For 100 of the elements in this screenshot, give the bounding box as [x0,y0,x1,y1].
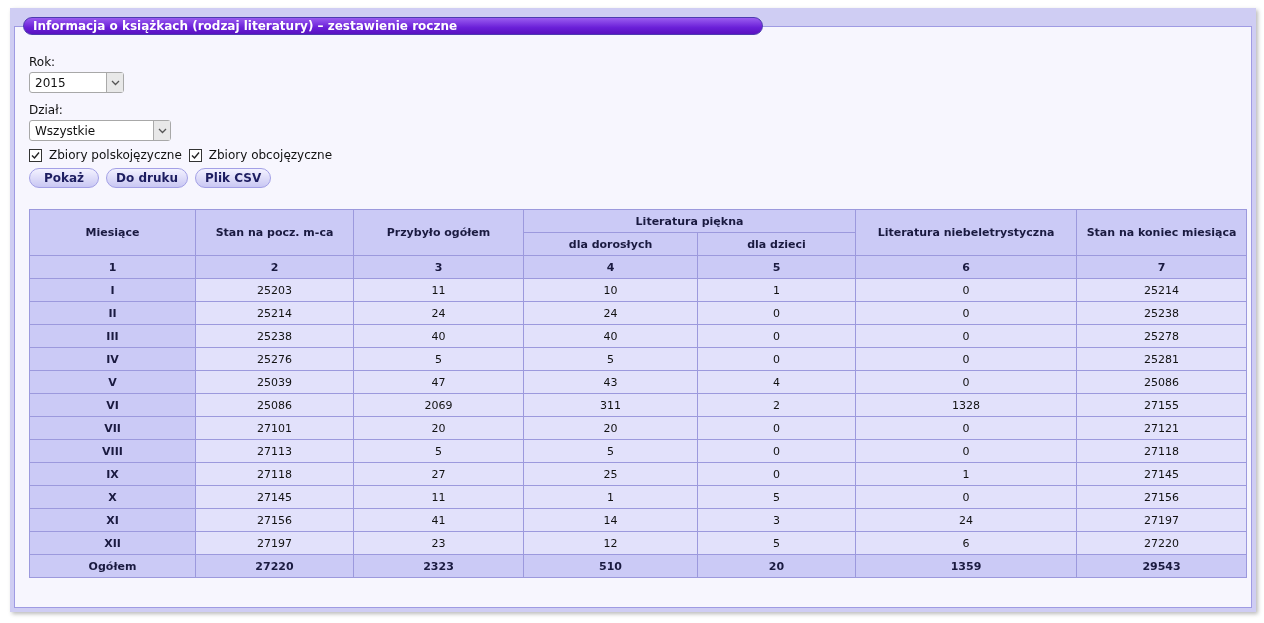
column-header: Miesiące [29,209,196,256]
table-cell: 25086 [195,393,354,417]
table-cell: 5 [523,347,698,371]
field-label: Rok: [29,54,57,70]
table-cell: 24 [855,508,1077,532]
table-cell: 0 [697,439,856,463]
column-number: 2 [195,255,354,279]
table-cell: 0 [697,301,856,325]
table-cell: 11 [353,485,524,509]
month-cell: IV [29,347,196,371]
field-label: Dział: [29,102,64,118]
table-cell: 25203 [195,278,354,302]
month-cell: II [29,301,196,325]
total-cell: 510 [523,554,698,578]
table-cell: 27118 [1076,439,1247,463]
year-select[interactable]: 2015 [29,72,124,93]
table-cell: 5 [697,531,856,555]
table-cell: 27156 [1076,485,1247,509]
month-cell: VIII [29,439,196,463]
table-cell: 0 [855,324,1077,348]
column-header: dla dorosłych [523,232,698,256]
table-cell: 27197 [1076,508,1247,532]
month-cell: XI [29,508,196,532]
table-cell: 43 [523,370,698,394]
action-button[interactable]: Plik CSV [195,168,272,188]
checkbox[interactable] [188,148,202,162]
table-cell: 27145 [195,485,354,509]
table-cell: 25238 [195,324,354,348]
table-cell: 27101 [195,416,354,440]
column-header: dla dzieci [697,232,856,256]
action-button[interactable]: Do druku [106,168,189,188]
checkbox-label: Zbiory obcojęzyczne [208,148,333,162]
column-header: Literatura niebeletrystyczna [855,209,1077,256]
table-cell: 25214 [195,301,354,325]
month-cell: III [29,324,196,348]
column-number: 6 [855,255,1077,279]
table-cell: 0 [697,347,856,371]
checkbox[interactable] [29,148,42,162]
table-cell: 0 [855,439,1077,463]
column-number: 3 [353,255,524,279]
table-cell: 1 [523,485,698,509]
table-cell: 25238 [1076,301,1247,325]
table-cell: 25039 [195,370,354,394]
checkbox-label: Zbiory polskojęzyczne [49,148,182,162]
table-cell: 311 [523,393,698,417]
table-cell: 11 [353,278,524,302]
table-cell: 0 [855,347,1077,371]
table-cell: 40 [353,324,524,348]
column-number: 4 [523,255,698,279]
table-cell: 40 [523,324,698,348]
total-cell: 1359 [855,554,1077,578]
table-cell: 3 [697,508,856,532]
table-cell: 27156 [195,508,354,532]
action-button[interactable]: Pokaż [29,168,100,188]
month-cell: I [29,278,196,302]
column-number: 5 [697,255,856,279]
table-cell: 20 [353,416,524,440]
table-cell: 0 [855,301,1077,325]
table-cell: 20 [523,416,698,440]
table-cell: 24 [523,301,698,325]
table-cell: 6 [855,531,1077,555]
table-cell: 1 [697,278,856,302]
table-cell: 25276 [195,347,354,371]
table-cell: 5 [353,347,524,371]
table-cell: 12 [523,531,698,555]
table-cell: 0 [855,416,1077,440]
table-cell: 25278 [1076,324,1247,348]
table-cell: 10 [523,278,698,302]
table-cell: 4 [697,370,856,394]
table-cell: 1328 [855,393,1077,417]
table-cell: 27145 [1076,462,1247,486]
month-cell: IX [29,462,196,486]
total-cell: 20 [697,554,856,578]
column-header: Literatura piękna [523,209,856,233]
table-cell: 24 [353,301,524,325]
table-cell: 25086 [1076,370,1247,394]
table-cell: 1 [855,462,1077,486]
table-cell: 14 [523,508,698,532]
table-cell: 25 [523,462,698,486]
column-header: Stan na koniec miesiąca [1076,209,1247,256]
table-cell: 27155 [1076,393,1247,417]
panel-title: Informacja o książkach (rodzaj literatury) – zestawienie roczne [23,17,763,35]
table-cell: 2069 [353,393,524,417]
table-cell: 27118 [195,462,354,486]
table-cell: 0 [697,324,856,348]
table-cell: 25281 [1076,347,1247,371]
month-cell: V [29,370,196,394]
month-cell: X [29,485,196,509]
table-cell: 0 [855,370,1077,394]
table-cell: 27113 [195,439,354,463]
table-cell: 5 [523,439,698,463]
table-cell: 23 [353,531,524,555]
table-cell: 0 [855,485,1077,509]
table-cell: 5 [353,439,524,463]
table-cell: 27121 [1076,416,1247,440]
department-select[interactable]: Wszystkie [29,120,171,141]
month-cell: VI [29,393,196,417]
total-cell: 27220 [195,554,354,578]
month-cell: VII [29,416,196,440]
table-cell: 0 [697,416,856,440]
